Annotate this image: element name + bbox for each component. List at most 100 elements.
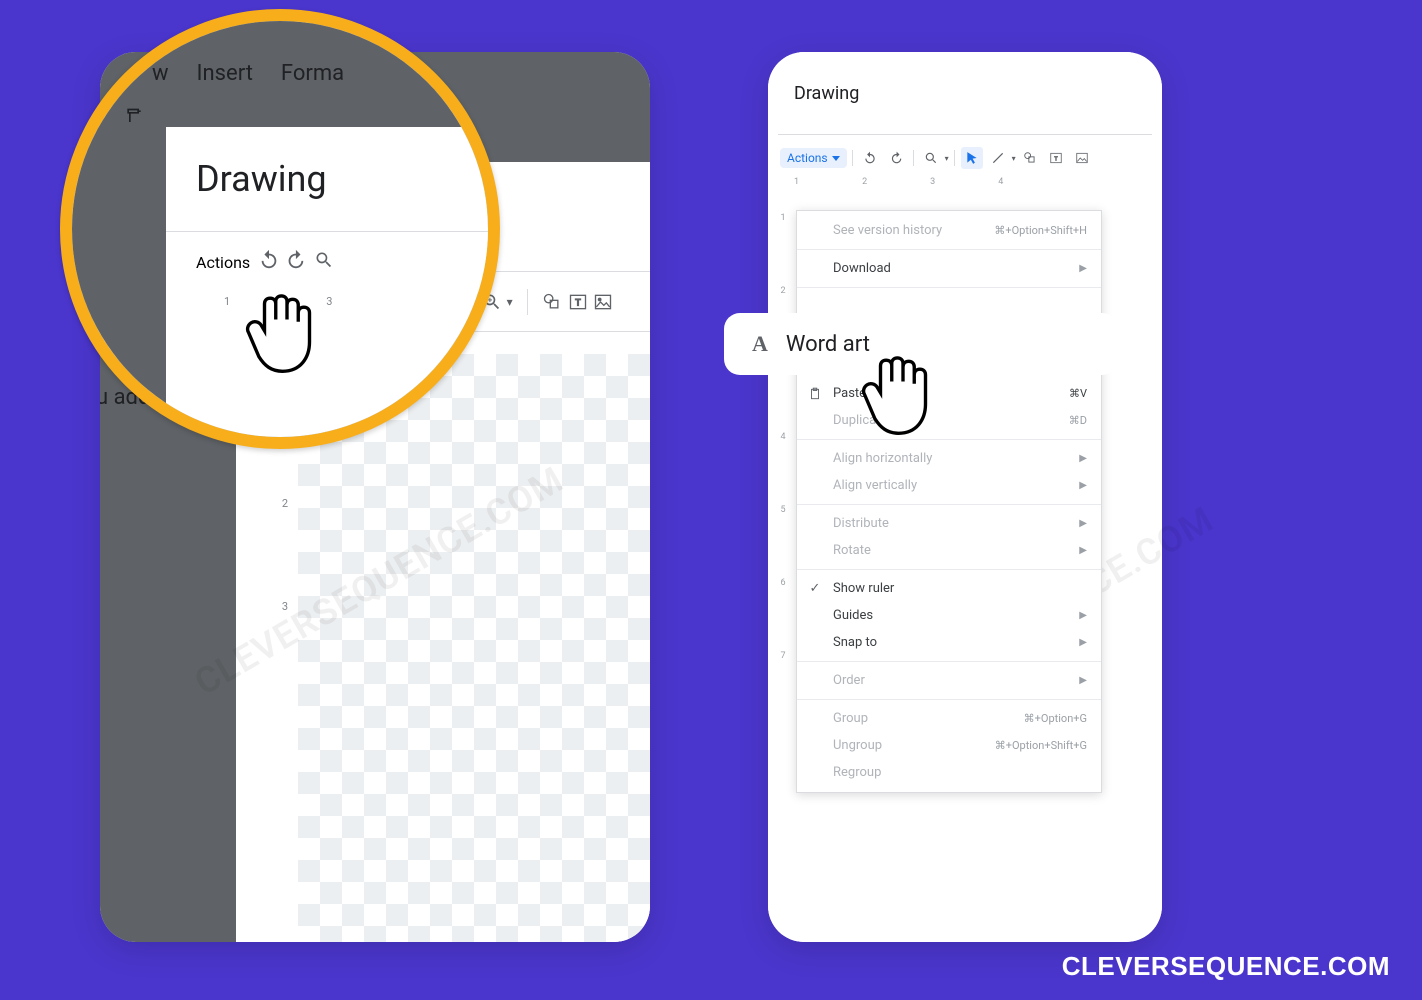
- ruler-tick: 3: [930, 177, 935, 191]
- menu-word-art-highlight[interactable]: A Word art: [724, 313, 1118, 375]
- word-art-icon: A: [752, 331, 768, 357]
- shortcut-label: ⌘V: [1057, 387, 1087, 400]
- menu-rotate[interactable]: Rotate ▶: [797, 537, 1101, 564]
- toolbar-separator: [527, 289, 528, 315]
- redo-button[interactable]: [430, 287, 452, 317]
- ruler-tick: 2: [282, 497, 288, 510]
- menu-item-label: Paste: [833, 386, 866, 401]
- menu-item-label: Snap to: [833, 635, 877, 650]
- menu-snap-to[interactable]: Snap to ▶: [797, 629, 1101, 656]
- drawing-title: Drawing: [794, 83, 859, 104]
- horizontal-ruler: 1 2 3 4: [776, 177, 1154, 191]
- vertical-ruler: 1 2 3 4 5 6 7: [776, 193, 790, 213]
- submenu-arrow-icon: ▶: [1079, 453, 1087, 464]
- submenu-arrow-icon: ▶: [1079, 675, 1087, 686]
- left-screenshot-panel: w Insert Forma u add to t Drawing Action…: [100, 52, 650, 942]
- menu-item-label: Regroup: [833, 765, 881, 780]
- drawing-canvas[interactable]: [298, 354, 650, 942]
- actions-dropdown-menu: See version history ⌘+Option+Shift+H Dow…: [796, 210, 1102, 793]
- footer-brand-text: CLEVERSEQUENCE.COM: [1062, 951, 1390, 982]
- textbox-button[interactable]: T: [567, 287, 589, 317]
- horizontal-ruler: 1 3: [298, 332, 650, 354]
- paste-icon: [807, 386, 823, 402]
- actions-button-label: Actions: [282, 290, 350, 314]
- menu-distribute[interactable]: Distribute ▶: [797, 510, 1101, 537]
- zoom-button[interactable]: [920, 147, 942, 169]
- shortcut-label: ⌘+Option+Shift+G: [983, 739, 1087, 752]
- submenu-arrow-icon: ▶: [1079, 610, 1087, 621]
- menu-format-partial[interactable]: Forma: [305, 78, 376, 107]
- menu-align-vertically[interactable]: Align vertically ▶: [797, 472, 1101, 499]
- shape-button[interactable]: [1019, 147, 1041, 169]
- menu-item-label: Align vertically: [833, 478, 917, 493]
- menu-ungroup[interactable]: Ungroup ⌘+Option+Shift+G: [797, 732, 1101, 759]
- checkmark-icon: ✓: [807, 581, 823, 597]
- menu-group[interactable]: Group ⌘+Option+G: [797, 705, 1101, 732]
- ruler-tick: 4: [780, 432, 785, 442]
- shortcut-label: ⌘+Option+Shift+H: [982, 224, 1087, 237]
- menu-item-label: Order: [833, 673, 865, 688]
- zoom-button[interactable]: [481, 287, 503, 317]
- image-button[interactable]: [1071, 147, 1093, 169]
- ruler-tick: 1: [282, 394, 288, 407]
- dropdown-caret-icon: [356, 299, 366, 305]
- submenu-arrow-icon: ▶: [1079, 263, 1087, 274]
- undo-button[interactable]: [859, 147, 881, 169]
- ruler-tick: 5: [780, 505, 785, 515]
- ruler-tick: 3: [396, 337, 402, 350]
- svg-text:T: T: [575, 298, 581, 308]
- drawing-title: Drawing: [272, 195, 411, 238]
- body-text-partial: u add to t: [60, 345, 94, 370]
- menu-item-label: Ungroup: [833, 738, 882, 753]
- menu-insert[interactable]: Insert: [213, 78, 277, 107]
- menu-order[interactable]: Order ▶: [797, 667, 1101, 694]
- image-button[interactable]: [592, 287, 614, 317]
- menu-guides[interactable]: Guides ▶: [797, 602, 1101, 629]
- submenu-arrow-icon: ▶: [1079, 637, 1087, 648]
- menu-show-ruler[interactable]: ✓ Show ruler: [797, 575, 1101, 602]
- ruler-tick: 1: [302, 337, 308, 350]
- menu-item-label: Duplicate: [833, 413, 887, 428]
- select-tool-button[interactable]: [961, 147, 983, 169]
- drawing-toolbar: Actions ▾ ▾ T: [768, 135, 1162, 173]
- menu-item-label: Align horizontally: [833, 451, 932, 466]
- shortcut-label: ⌘+Option+G: [1012, 712, 1087, 725]
- actions-button-label: Actions: [787, 151, 828, 165]
- ruler-tick: 1: [780, 213, 785, 223]
- menu-item-label: Rotate: [833, 543, 871, 558]
- ruler-tick: 2: [862, 177, 867, 191]
- menu-item-label: See version history: [833, 223, 942, 238]
- menu-see-version-history[interactable]: See version history ⌘+Option+Shift+H: [797, 217, 1101, 244]
- drawing-dialog-header: Drawing: [768, 52, 1162, 114]
- menu-view-partial[interactable]: w: [160, 78, 185, 107]
- shape-button[interactable]: [541, 287, 563, 317]
- menu-align-horizontally[interactable]: Align horizontally ▶: [797, 445, 1101, 472]
- ruler-tick: 4: [998, 177, 1003, 191]
- drawing-toolbar: Actions ▾ T: [236, 272, 650, 332]
- actions-button[interactable]: Actions: [780, 148, 847, 168]
- paint-format-icon[interactable]: [208, 142, 228, 162]
- menu-download[interactable]: Download ▶: [797, 255, 1101, 282]
- line-tool-button[interactable]: [987, 147, 1009, 169]
- vertical-ruler: 1 2 3: [272, 354, 298, 942]
- menu-item-label: Guides: [833, 608, 873, 623]
- menu-item-label: Download: [833, 261, 891, 276]
- submenu-arrow-icon: ▶: [1079, 545, 1087, 556]
- menu-item-label: Distribute: [833, 516, 889, 531]
- shortcut-label: ⌘D: [1057, 414, 1087, 427]
- menu-paste[interactable]: Paste ⌘V: [797, 380, 1101, 407]
- actions-button[interactable]: Actions: [272, 284, 376, 320]
- menu-regroup[interactable]: Regroup: [797, 759, 1101, 786]
- redo-button[interactable]: [885, 147, 907, 169]
- menu-duplicate[interactable]: Duplicate ⌘D: [797, 407, 1101, 434]
- dropdown-caret-icon: [832, 156, 840, 161]
- submenu-arrow-icon: ▶: [1079, 480, 1087, 491]
- svg-text:T: T: [1054, 156, 1058, 162]
- undo-button[interactable]: [404, 287, 426, 317]
- toolbar-separator: [466, 289, 467, 315]
- ruler-tick: 2: [780, 286, 785, 296]
- ruler-tick: 1: [794, 177, 799, 191]
- ruler-tick: 3: [282, 600, 288, 613]
- menu-item-label: Word art: [786, 332, 870, 357]
- textbox-button[interactable]: T: [1045, 147, 1067, 169]
